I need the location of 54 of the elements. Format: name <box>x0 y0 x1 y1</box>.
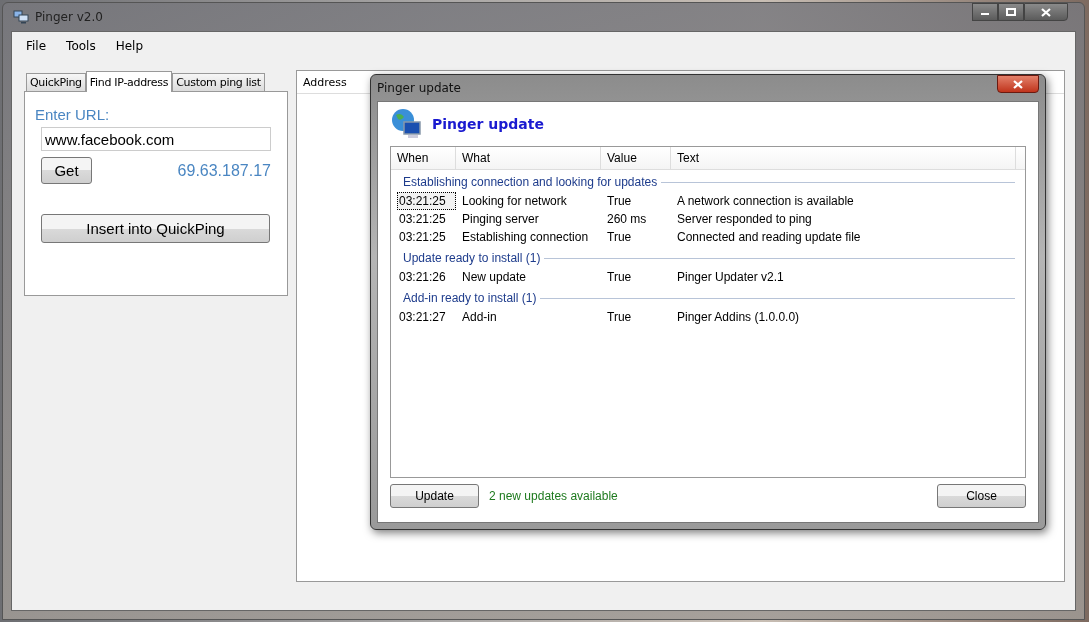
table-cell-text: Add-in <box>461 310 498 324</box>
column-header[interactable]: Text <box>671 147 1016 169</box>
time-cell[interactable]: 03:21:25 <box>397 228 456 246</box>
time-cell[interactable]: 03:21:27 <box>397 308 456 326</box>
minimize-button[interactable] <box>972 3 998 21</box>
close-dialog-button[interactable]: Close <box>937 484 1026 508</box>
table-cell-text: Pinger Updater v2.1 <box>676 270 785 284</box>
group-header: Establishing connection and looking for updates <box>403 175 658 189</box>
menu-item[interactable]: Help <box>115 39 143 53</box>
table-cell-text: Connected and reading update file <box>676 230 862 244</box>
table-cell-text: True <box>606 230 633 244</box>
time-cell[interactable]: 03:21:26 <box>397 268 456 286</box>
table-cell-text: True <box>606 310 633 324</box>
time-cell[interactable]: 03:21:25 <box>397 192 456 210</box>
url-field[interactable]: www.facebook.com <box>41 127 271 151</box>
table-cell-text: A network connection is available <box>676 194 855 208</box>
time-cell[interactable]: 03:21:25 <box>397 210 456 228</box>
table-cell-text: Pinger Addins (1.0.0.0) <box>676 310 801 324</box>
column-header[interactable]: What <box>456 147 601 169</box>
menu-item[interactable]: Tools <box>66 39 96 53</box>
globe-computer-icon <box>390 107 424 141</box>
group-header: Update ready to install (1) <box>403 251 541 265</box>
close-icon <box>1012 79 1024 89</box>
update-status: 2 new updates available <box>489 489 618 503</box>
menu-item[interactable]: File <box>26 39 47 53</box>
ip-result: 69.63.187.17 <box>177 161 271 180</box>
insert-button[interactable]: Insert into QuickPing <box>41 214 270 243</box>
table-cell-text: True <box>606 270 633 284</box>
close-button[interactable] <box>997 75 1039 93</box>
table-cell-text: Server responded to ping <box>676 212 813 226</box>
table-cell-text: Pinging server <box>461 212 540 226</box>
maximize-button[interactable] <box>998 3 1024 21</box>
table-cell-text: True <box>606 194 633 208</box>
close-button[interactable] <box>1024 3 1068 21</box>
close-icon <box>1040 7 1052 17</box>
computers-icon <box>13 10 29 24</box>
column-header[interactable]: When <box>391 147 456 169</box>
table-cell-text: Looking for network <box>461 194 568 208</box>
group-header: Add-in ready to install (1) <box>403 291 537 305</box>
table-cell-text: Establishing connection <box>461 230 590 244</box>
table-cell-text: New update <box>461 270 528 284</box>
dialog-title: Pinger update <box>377 81 461 95</box>
get-button[interactable]: Get <box>41 157 92 184</box>
table-cell-text: 260 ms <box>606 212 648 226</box>
tab[interactable]: Find IP-address <box>85 71 173 92</box>
tab[interactable]: QuickPing <box>26 73 86 91</box>
dialog-heading: Pinger update <box>432 116 544 132</box>
url-label: Enter URL: <box>35 106 111 123</box>
column-header[interactable]: Value <box>601 147 671 169</box>
update-button[interactable]: Update <box>390 484 479 508</box>
tab[interactable]: Custom ping list <box>172 73 265 91</box>
window-title: Pinger v2.0 <box>35 10 103 24</box>
maximize-icon <box>1006 8 1016 16</box>
column-header[interactable]: Address <box>303 75 347 89</box>
